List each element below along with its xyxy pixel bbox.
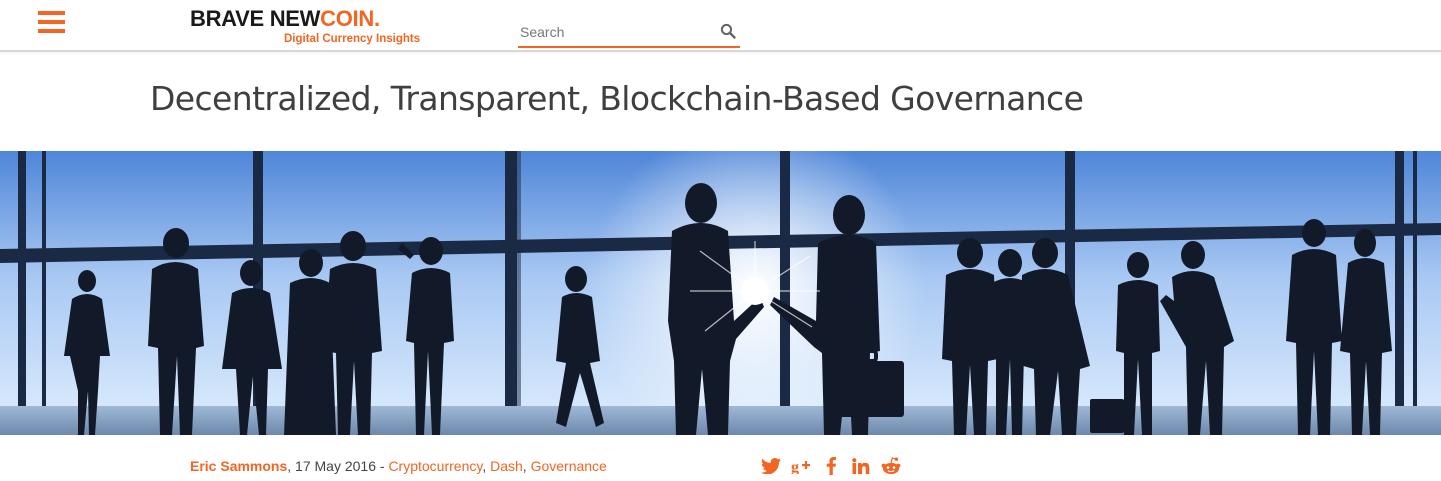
author-link[interactable]: Eric Sammons [190,458,287,474]
top-navigation-bar: BRAVE NEWCOIN. Digital Currency Insights [0,0,1441,52]
category-separator: , [482,458,491,474]
category-link[interactable]: Dash [490,458,523,474]
category-separator: , [522,458,531,474]
search-icon[interactable] [720,23,736,39]
google-plus-icon[interactable]: g [790,455,812,477]
logo-wordmark: BRAVE NEWCOIN. [190,6,380,32]
category-link[interactable]: Governance [531,458,607,474]
share-buttons: g [760,455,910,477]
hamburger-menu-icon[interactable] [38,11,65,33]
linkedin-icon[interactable] [850,455,872,477]
logo-tagline: Digital Currency Insights [284,33,421,45]
reddit-icon[interactable] [880,455,902,477]
svg-text:g: g [791,459,799,474]
logo-brand-part1: BRAVE NEW [190,6,321,31]
site-logo[interactable]: BRAVE NEWCOIN. Digital Currency Insights [190,6,435,48]
publish-date: , 17 May 2016 - [287,458,389,474]
article-title: Decentralized, Transparent, Blockchain-B… [150,79,1084,118]
logo-brand-part2: COIN [320,6,374,31]
hero-image [0,151,1441,435]
search-input[interactable] [518,18,713,46]
search-box [518,18,740,48]
twitter-icon[interactable] [760,455,782,477]
facebook-icon[interactable] [820,455,842,477]
logo-dot: . [373,6,380,31]
category-link[interactable]: Cryptocurrency [388,458,482,474]
article-byline: Eric Sammons, 17 May 2016 - Cryptocurren… [190,457,607,475]
